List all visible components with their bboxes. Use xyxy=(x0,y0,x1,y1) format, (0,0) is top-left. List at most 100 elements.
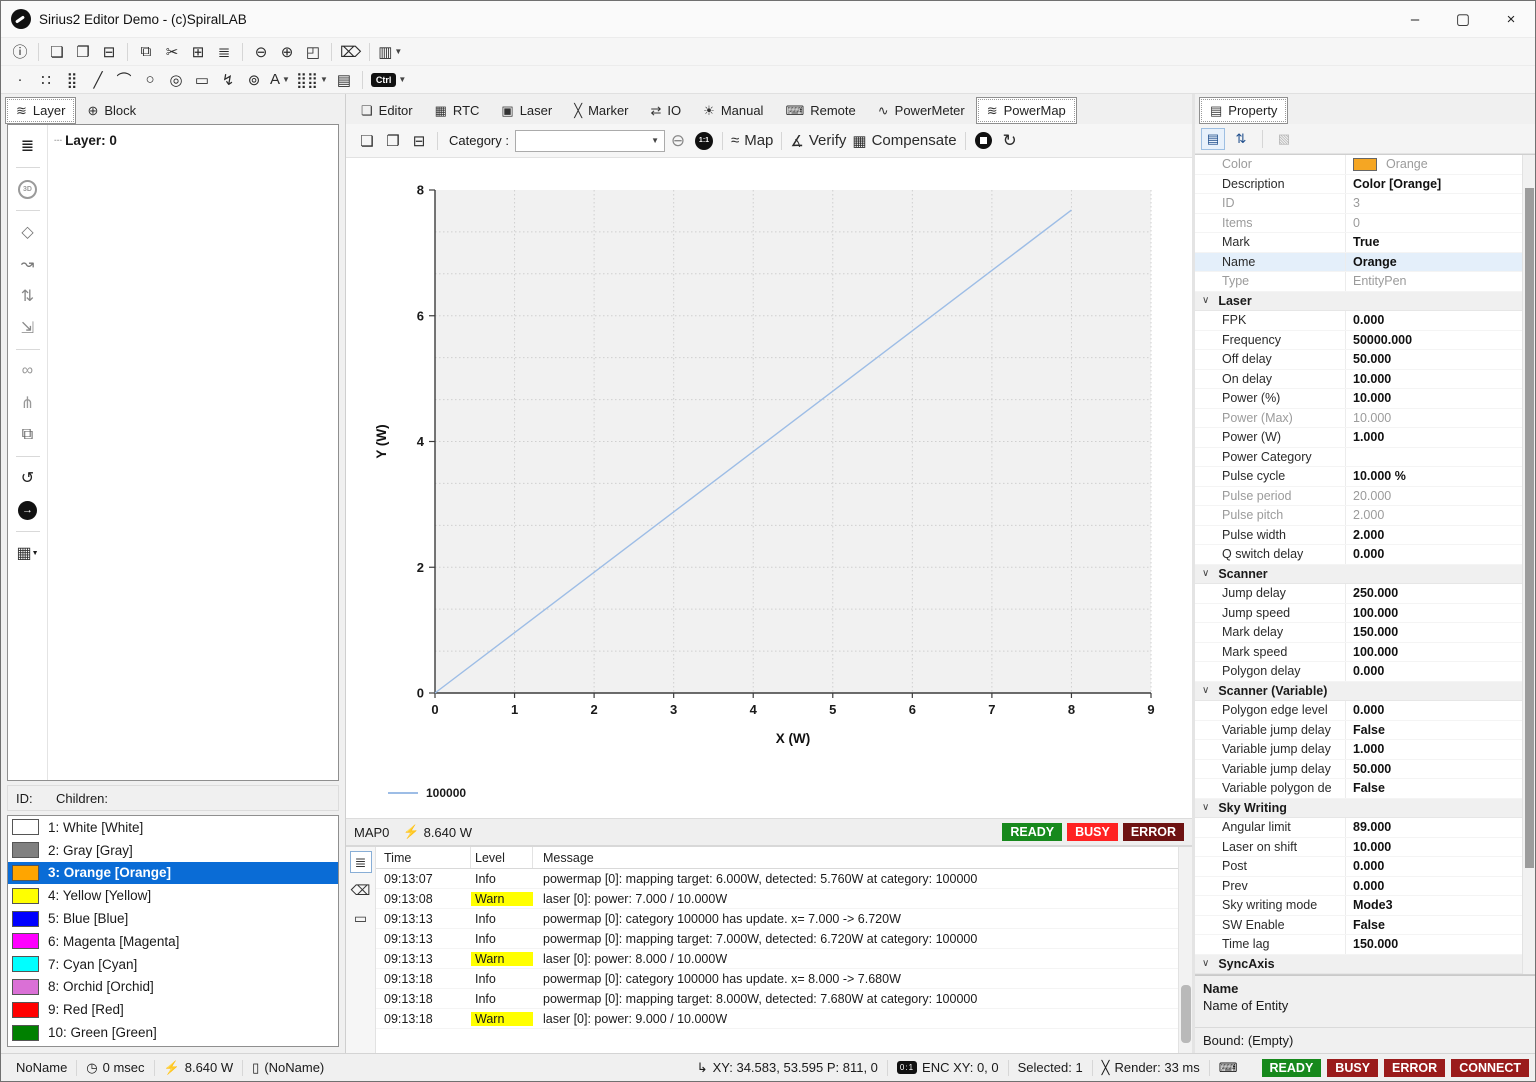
points-grid-tool[interactable]: ⣿ xyxy=(59,68,85,92)
tab-manual[interactable]: ☀Manual xyxy=(692,97,774,124)
property-row[interactable]: MarkTrue xyxy=(1195,233,1522,253)
view-layout-button[interactable]: ▥▼ xyxy=(375,40,405,64)
tab-laser[interactable]: ▣Laser xyxy=(490,97,563,124)
property-value[interactable]: 250.000 xyxy=(1345,584,1522,603)
property-row[interactable]: Jump delay250.000 xyxy=(1195,584,1522,604)
property-category[interactable]: ∨SyncAxis xyxy=(1195,955,1522,975)
property-value[interactable]: 10.000 % xyxy=(1345,467,1522,486)
log-col-message[interactable]: Message xyxy=(533,851,1178,865)
paste-button[interactable]: ⊞ xyxy=(185,40,211,64)
property-row[interactable]: Power (Max)10.000 xyxy=(1195,409,1522,429)
spiral-tool[interactable]: ◎ xyxy=(163,68,189,92)
property-row[interactable]: Polygon delay0.000 xyxy=(1195,662,1522,682)
split-button[interactable]: ⋔ xyxy=(14,390,42,416)
property-value[interactable]: EntityPen xyxy=(1345,272,1522,291)
duplicate-button[interactable]: ⧉ xyxy=(14,422,42,448)
node-edit-button[interactable]: ↝ xyxy=(14,251,42,277)
tab-powermap[interactable]: ≋PowerMap xyxy=(976,97,1077,124)
property-value[interactable]: 0.000 xyxy=(1345,877,1522,896)
property-value[interactable]: 3 xyxy=(1345,194,1522,213)
close-button[interactable]: × xyxy=(1487,1,1535,37)
tab-block[interactable]: ⊕Block xyxy=(76,97,147,124)
tab-remote[interactable]: ⌨Remote xyxy=(774,97,866,124)
property-row[interactable]: Jump speed100.000 xyxy=(1195,604,1522,624)
tab-layer[interactable]: ≋Layer xyxy=(5,97,76,124)
new-file-button[interactable]: ❏ xyxy=(44,40,70,64)
pen-list-item[interactable]: 8: Orchid [Orchid] xyxy=(8,976,338,999)
property-value[interactable] xyxy=(1345,448,1522,467)
property-row[interactable]: Pulse width2.000 xyxy=(1195,526,1522,546)
property-value[interactable]: 0.000 xyxy=(1345,662,1522,681)
powermap-save-button[interactable]: ⊟ xyxy=(406,129,432,153)
property-value[interactable]: 10.000 xyxy=(1345,370,1522,389)
property-value[interactable]: 0.000 xyxy=(1345,545,1522,564)
sequence-button[interactable]: ▦▼ xyxy=(14,540,42,566)
property-row[interactable]: Off delay50.000 xyxy=(1195,350,1522,370)
chip-tool[interactable]: ▤ xyxy=(331,68,357,92)
log-row[interactable]: 09:13:18Infopowermap [0]: category 10000… xyxy=(376,969,1178,989)
clipboard-list-button[interactable]: ≣ xyxy=(211,40,237,64)
three-d-button[interactable]: 3D xyxy=(14,176,42,202)
categorized-button[interactable]: ▤ xyxy=(1201,128,1225,150)
property-value[interactable]: 10.000 xyxy=(1345,838,1522,857)
group-button[interactable]: ∞ xyxy=(14,358,42,384)
log-row[interactable]: 09:13:13Infopowermap [0]: category 10000… xyxy=(376,909,1178,929)
pen-list-item[interactable]: 3: Orange [Orange] xyxy=(8,862,338,885)
property-row[interactable]: Angular limit89.000 xyxy=(1195,818,1522,838)
polyline-tool[interactable]: ↯ xyxy=(215,68,241,92)
property-value[interactable]: False xyxy=(1345,721,1522,740)
compensate-button[interactable]: ▦Compensate xyxy=(849,129,959,153)
pen-list-item[interactable]: 6: Magenta [Magenta] xyxy=(8,930,338,953)
copy-button[interactable]: ⧉ xyxy=(133,40,159,64)
property-scrollbar[interactable] xyxy=(1522,155,1535,974)
save-file-button[interactable]: ⊟ xyxy=(96,40,122,64)
property-value[interactable]: 150.000 xyxy=(1345,623,1522,642)
text-tool[interactable]: A▼ xyxy=(267,68,293,92)
history-button[interactable]: ↺ xyxy=(14,465,42,491)
log-row[interactable]: 09:13:18Infopowermap [0]: mapping target… xyxy=(376,989,1178,1009)
property-row[interactable]: Power (W)1.000 xyxy=(1195,428,1522,448)
property-value[interactable]: 1.000 xyxy=(1345,428,1522,447)
one-to-one-button[interactable]: 1:1 xyxy=(691,129,717,153)
property-row[interactable]: Variable jump delay1.000 xyxy=(1195,740,1522,760)
maximize-button[interactable]: ▢ xyxy=(1439,1,1487,37)
property-row[interactable]: Items0 xyxy=(1195,214,1522,234)
property-row[interactable]: Power Category xyxy=(1195,448,1522,468)
property-row[interactable]: Sky writing modeMode3 xyxy=(1195,896,1522,916)
stop-button[interactable] xyxy=(971,129,997,153)
property-row[interactable]: FPK0.000 xyxy=(1195,311,1522,331)
property-value[interactable]: 1.000 xyxy=(1345,740,1522,759)
property-row[interactable]: Pulse pitch2.000 xyxy=(1195,506,1522,526)
property-value[interactable]: 50000.000 xyxy=(1345,331,1522,350)
layer-tree-root[interactable]: ┄Layer: 0 xyxy=(54,133,332,149)
property-row[interactable]: Power (%)10.000 xyxy=(1195,389,1522,409)
property-row[interactable]: Polygon edge level0.000 xyxy=(1195,701,1522,721)
property-row[interactable]: NameOrange xyxy=(1195,253,1522,273)
property-value[interactable]: 0.000 xyxy=(1345,857,1522,876)
open-log-folder-button[interactable]: ▭ xyxy=(350,907,372,929)
property-value[interactable]: 10.000 xyxy=(1345,389,1522,408)
zoom-in-button[interactable]: ⊕ xyxy=(274,40,300,64)
property-category[interactable]: ∨Scanner (Variable) xyxy=(1195,682,1522,702)
property-value[interactable]: 150.000 xyxy=(1345,935,1522,954)
property-row[interactable]: TypeEntityPen xyxy=(1195,272,1522,292)
property-value[interactable]: 50.000 xyxy=(1345,350,1522,369)
category-select[interactable]: ▼ xyxy=(515,130,665,152)
property-pages-button[interactable]: ▧ xyxy=(1272,128,1296,150)
property-value[interactable]: 50.000 xyxy=(1345,760,1522,779)
tab-rtc[interactable]: ▦RTC xyxy=(424,97,491,124)
log-row[interactable]: 09:13:08Warnlaser [0]: power: 7.000 / 10… xyxy=(376,889,1178,909)
log-col-level[interactable]: Level xyxy=(471,847,533,868)
powermap-open-button[interactable]: ❐ xyxy=(380,129,406,153)
rings-tool[interactable]: ⊚ xyxy=(241,68,267,92)
remove-category-button[interactable]: ⊖ xyxy=(665,129,691,153)
arc-tool[interactable]: ⌒ xyxy=(111,68,137,92)
property-row[interactable]: On delay10.000 xyxy=(1195,370,1522,390)
tab-io[interactable]: ⇄IO xyxy=(640,97,693,124)
alphabetical-button[interactable]: ⇅ xyxy=(1229,128,1253,150)
property-value[interactable]: False xyxy=(1345,779,1522,798)
property-row[interactable]: Prev0.000 xyxy=(1195,877,1522,897)
property-row[interactable]: Time lag150.000 xyxy=(1195,935,1522,955)
property-category[interactable]: ∨Sky Writing xyxy=(1195,799,1522,819)
line-tool[interactable]: ╱ xyxy=(85,68,111,92)
